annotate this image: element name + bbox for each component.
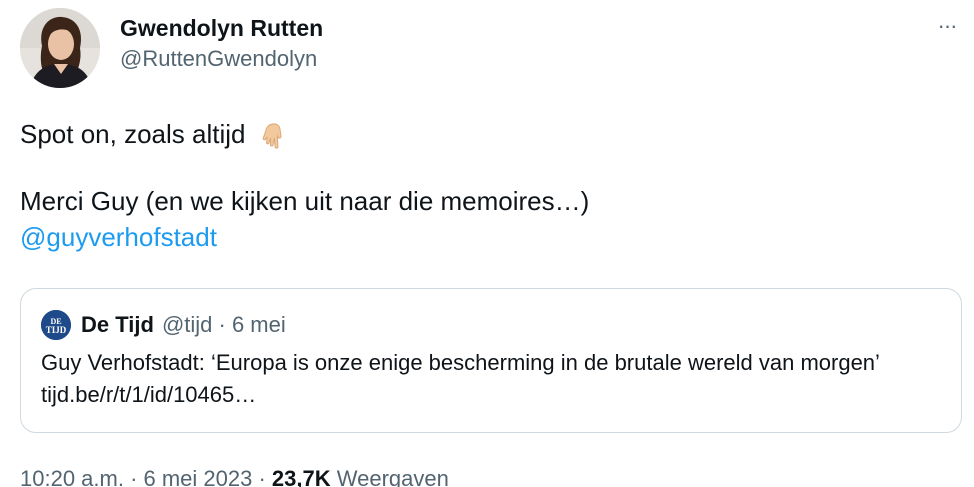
more-options-icon[interactable]: ··· [932,14,962,38]
quote-header: DE TIJD De Tijd @tijd · 6 mei [41,310,286,340]
svg-text:TIJD: TIJD [46,325,67,335]
de-tijd-logo-icon[interactable]: DE TIJD [41,310,71,340]
tweet-text: Spot on, zoals altijd Merci Guy (en we k… [20,116,589,255]
author-display-name[interactable]: Gwendolyn Rutten [120,14,323,42]
quote-text: Guy Verhofstadt: ‘Europa is onze enige b… [41,350,880,407]
views-label: Weergaven [336,466,449,487]
author-handle[interactable]: @RuttenGwendolyn [120,42,323,76]
views-count: 23,7K [271,466,331,487]
tweet-line: Spot on, zoals altijd [20,116,589,158]
mention-link[interactable]: @guyverhofstadt [20,219,589,255]
timestamp[interactable]: 10:20 a.m. · 6 mei 2023 · [20,466,266,487]
de-tijd-logo-mark: DE TIJD [41,310,71,340]
tweet-meta: 10:20 a.m. · 6 mei 2023 · 23,7K Weergave… [20,464,449,487]
backhand-index-pointing-down-icon [259,119,285,158]
quote-author-name[interactable]: De Tijd [81,312,154,338]
tweet-line-text: Spot on, zoals altijd [20,119,246,149]
author-block: Gwendolyn Rutten @RuttenGwendolyn [120,14,323,76]
avatar-photo [20,8,100,88]
quote-handle-date: @tijd · 6 mei [161,312,286,337]
avatar[interactable] [20,8,100,88]
quote-tweet-card[interactable]: DE TIJD De Tijd @tijd · 6 mei Guy Verhof… [20,288,962,433]
tweet-line: Merci Guy (en we kijken uit naar die mem… [20,186,590,216]
tweet: Gwendolyn Rutten @RuttenGwendolyn ··· Sp… [0,0,974,487]
